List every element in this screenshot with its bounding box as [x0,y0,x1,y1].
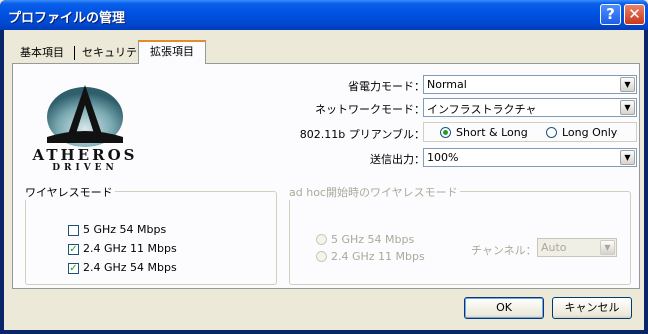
network-mode-label: ネットワークモード： [315,103,425,116]
tx-power-label: 送信出力： [370,153,425,166]
adhoc-mode-title: ad hoc開始時のワイヤレスモード [287,184,460,200]
dialog-window: プロファイルの管理 ? ✕ 基本項目 セキュリティ ATHEROS DRIVEN… [0,0,648,334]
adhoc-channel-label: チャンネル： [471,244,537,257]
wireless-mode-title: ワイヤレスモード [23,184,115,200]
power-mode-value: Normal [427,78,467,91]
network-mode-select[interactable]: インフラストラクチャ ▼ [423,98,637,117]
wireless-24ghz-54-checkbox[interactable]: ✓ [68,263,79,274]
tx-power-select[interactable]: 100% ▼ [423,148,637,167]
dialog-client: 基本項目 セキュリティ ATHEROS DRIVEN 省電力モード： Norma… [4,30,644,330]
wireless-24ghz-54-label[interactable]: 2.4 GHz 54 Mbps [83,261,177,274]
wireless-24ghz-11-label[interactable]: 2.4 GHz 11 Mbps [83,242,177,255]
cancel-button[interactable]: キャンセル [552,297,632,319]
title-bar[interactable]: プロファイルの管理 ? ✕ [0,0,648,30]
adhoc-24ghz-label[interactable]: 2.4 GHz 11 Mbps [331,250,425,263]
logo-tagline: DRIVEN [52,163,118,173]
logo-brand: ATHEROS [32,146,138,164]
tab-advanced[interactable]: 拡張項目 [138,40,206,64]
ok-button[interactable]: OK [464,297,544,319]
wireless-5ghz-54-label[interactable]: 5 GHz 54 Mbps [83,223,166,236]
radio-selected-dot [443,130,448,135]
adhoc-channel-select[interactable]: Auto ▼ [537,238,617,257]
wireless-24ghz-11-checkbox[interactable]: ✓ [68,244,79,255]
network-mode-value: インフラストラクチャ [427,103,537,116]
preamble-long-only-radio[interactable] [546,127,557,138]
preamble-short-long-label[interactable]: Short & Long [456,126,528,139]
logo-emblem-icon [47,85,123,147]
close-button[interactable]: ✕ [624,4,645,25]
adhoc-24ghz-radio[interactable] [316,251,327,262]
window-title: プロファイルの管理 [8,11,126,26]
atheros-logo: ATHEROS DRIVEN [25,77,145,177]
tab-basic[interactable]: 基本項目 [14,43,70,63]
preamble-short-long-radio[interactable] [440,127,451,138]
preamble-radio-group: Short & Long Long Only [423,122,637,142]
tab-panel-advanced: ATHEROS DRIVEN 省電力モード： Normal ▼ ネットワークモー… [12,63,640,289]
adhoc-channel-value: Auto [541,241,567,254]
chevron-down-icon[interactable]: ▼ [620,100,635,115]
chevron-down-icon[interactable]: ▼ [600,240,615,255]
adhoc-5ghz-label[interactable]: 5 GHz 54 Mbps [331,233,414,246]
help-button[interactable]: ? [600,4,621,25]
adhoc-5ghz-radio[interactable] [316,234,327,245]
preamble-long-only-label[interactable]: Long Only [562,126,617,139]
power-mode-label: 省電力モード： [348,80,425,93]
chevron-down-icon[interactable]: ▼ [620,150,635,165]
wireless-5ghz-54-checkbox[interactable] [68,225,79,236]
power-mode-select[interactable]: Normal ▼ [423,75,637,94]
preamble-label: 802.11b プリアンブル： [299,128,425,141]
tab-separator [74,46,75,60]
chevron-down-icon[interactable]: ▼ [620,77,635,92]
tx-power-value: 100% [427,151,459,164]
